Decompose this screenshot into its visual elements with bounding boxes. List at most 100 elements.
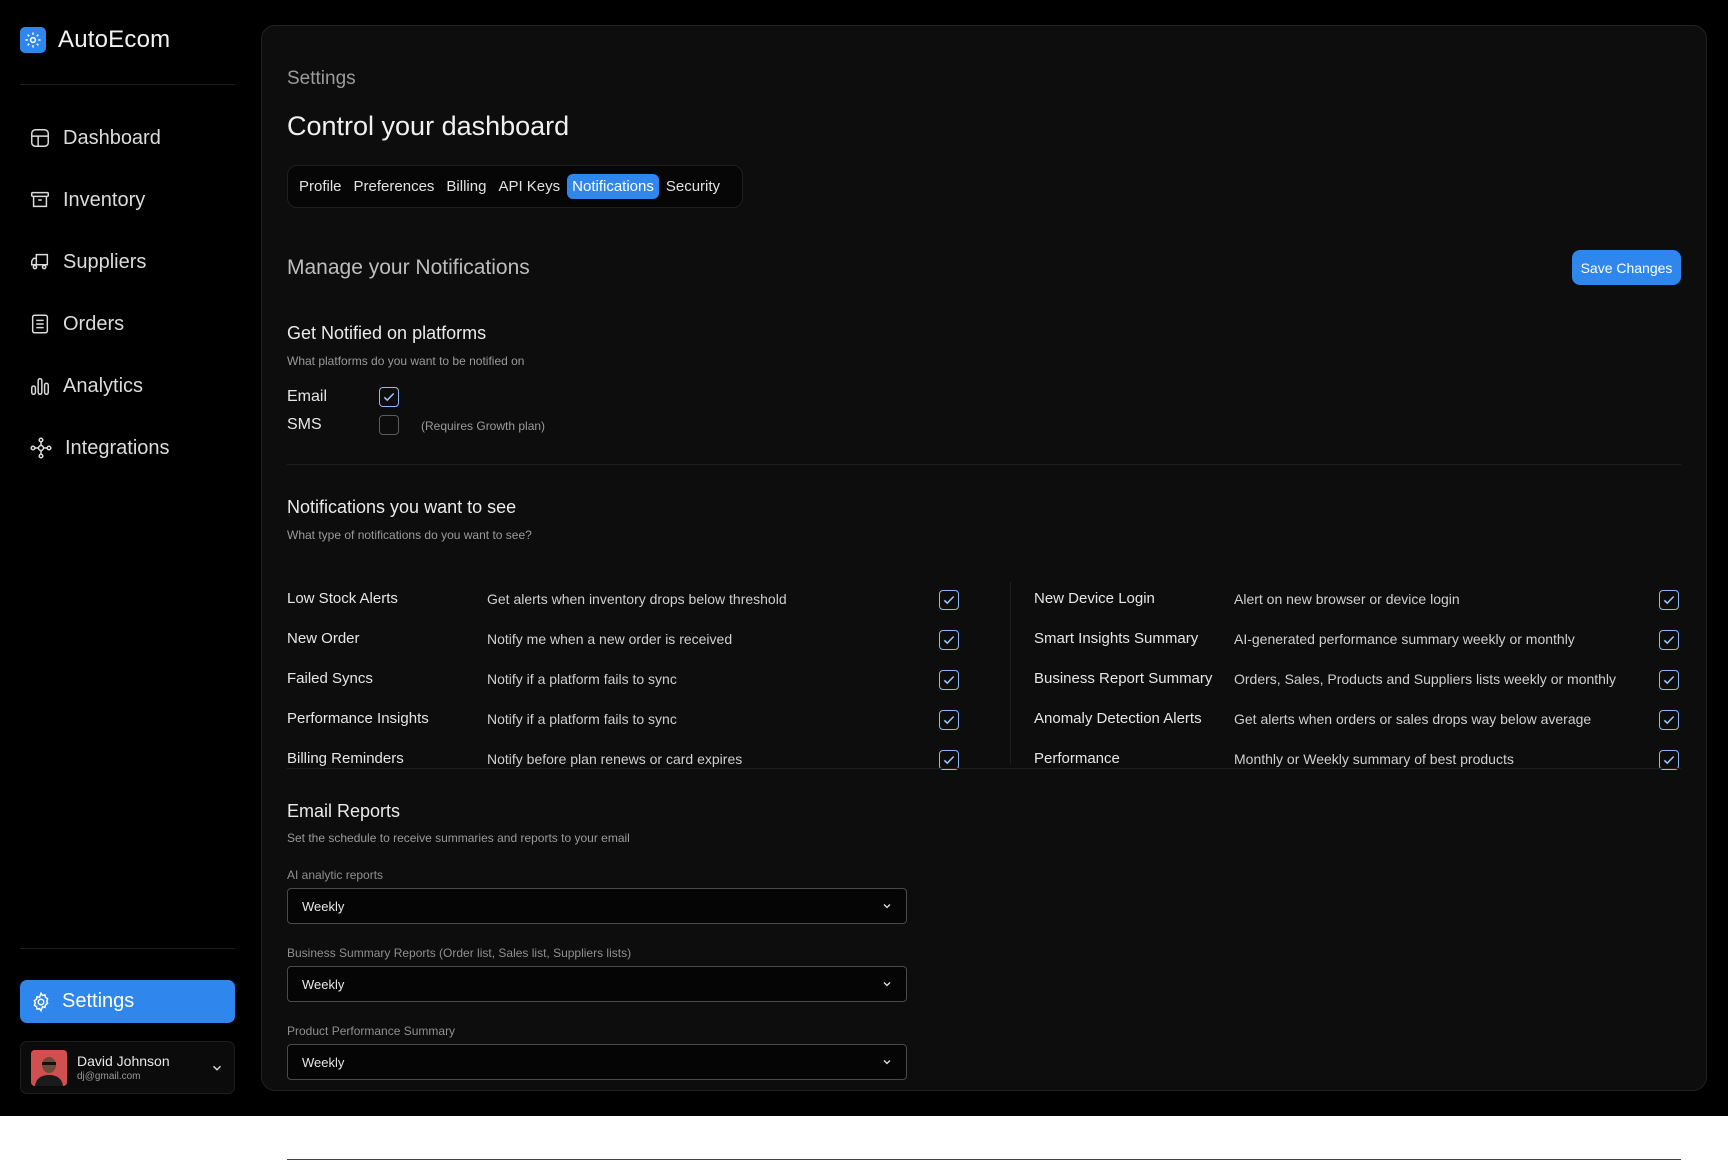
new-order-checkbox[interactable] [939, 630, 959, 650]
notification-description: Notify if a platform fails to sync [487, 671, 677, 687]
sidebar-nav: Dashboard Inventory Suppliers Orders Ana… [20, 107, 235, 479]
notification-title: Low Stock Alerts [287, 590, 398, 607]
sidebar-divider [20, 948, 235, 949]
ai-reports-select[interactable]: Weekly [287, 888, 907, 924]
app-window: AutoEcom Dashboard Inventory Suppliers O… [0, 0, 1728, 1116]
notification-description: Notify me when a new order is received [487, 631, 733, 647]
select-value: Weekly [302, 1054, 345, 1070]
settings-panel: Settings Control your dashboard Profile … [261, 25, 1707, 1091]
smart-insights-summary-checkbox[interactable] [1659, 630, 1679, 650]
sidebar-item-settings[interactable]: Settings [20, 980, 235, 1023]
platform-email-checkbox[interactable] [379, 387, 399, 407]
user-menu[interactable]: David Johnson dj@gmail.com [20, 1041, 235, 1094]
list-item: New Order Notify me when a new order is … [287, 622, 977, 662]
notification-title: Performance [1034, 750, 1120, 767]
check-icon [943, 715, 955, 725]
gear-cog-logo-icon [20, 27, 46, 53]
select-value: Weekly [302, 898, 345, 914]
low-stock-alerts-checkbox[interactable] [939, 590, 959, 610]
column-divider [1010, 582, 1011, 764]
check-icon [1663, 715, 1675, 725]
notifications-description: What type of notifications do you want t… [287, 528, 532, 542]
brand[interactable]: AutoEcom [20, 24, 170, 56]
notification-title: New Order [287, 630, 360, 647]
sms-plan-note: (Requires Growth plan) [421, 419, 546, 433]
tab-notifications[interactable]: Notifications [567, 174, 659, 199]
notification-description: Get alerts when inventory drops below th… [487, 591, 787, 607]
chevron-down-icon [883, 1060, 891, 1065]
notification-description: Orders, Sales, Products and Suppliers li… [1234, 671, 1617, 687]
sidebar-item-suppliers[interactable]: Suppliers [20, 231, 235, 293]
check-icon [383, 392, 395, 402]
notification-description: Monthly or Weekly summary of best produc… [1234, 751, 1514, 767]
check-icon [1663, 595, 1675, 605]
platforms-title: Get Notified on platforms [287, 323, 487, 343]
chevron-down-icon[interactable] [210, 1061, 224, 1075]
new-device-login-checkbox[interactable] [1659, 590, 1679, 610]
notification-description: AI-generated performance summary weekly … [1234, 631, 1575, 647]
business-summary-label: Business Summary Reports (Order list, Sa… [287, 946, 632, 960]
business-summary-select[interactable]: Weekly [287, 966, 907, 1002]
notification-title: New Device Login [1034, 590, 1155, 607]
platform-sms-label: SMS [287, 416, 322, 433]
chevron-down-icon [883, 982, 891, 987]
tab-profile[interactable]: Profile [294, 174, 347, 199]
list-item: Business Report Summary Orders, Sales, P… [1034, 662, 1681, 702]
check-icon [1663, 635, 1675, 645]
tab-security[interactable]: Security [661, 174, 725, 199]
dashboard-icon [31, 129, 49, 147]
list-item: Smart Insights Summary AI-generated perf… [1034, 622, 1681, 662]
platform-sms-checkbox[interactable] [379, 415, 399, 435]
sidebar-item-label: Orders [63, 312, 125, 335]
notification-description: Notify if a platform fails to sync [487, 711, 677, 727]
performance-checkbox[interactable] [1659, 750, 1679, 770]
product-performance-label: Product Performance Summary [287, 1024, 456, 1038]
sidebar-item-label: Suppliers [63, 250, 147, 273]
anomaly-detection-alerts-checkbox[interactable] [1659, 710, 1679, 730]
page-divider [287, 1159, 1681, 1160]
sidebar-item-label: Analytics [63, 374, 144, 397]
sidebar-item-inventory[interactable]: Inventory [20, 169, 235, 231]
section-title: Manage your Notifications [287, 256, 530, 279]
list-item: New Device Login Alert on new browser or… [1034, 582, 1681, 622]
notification-title: Anomaly Detection Alerts [1034, 710, 1202, 727]
list-item: Billing Reminders Notify before plan ren… [287, 742, 977, 782]
gear-icon [33, 991, 49, 1012]
page-title: Control your dashboard [287, 111, 570, 141]
notifications-right-column: New Device Login Alert on new browser or… [1034, 582, 1681, 782]
tab-api-keys[interactable]: API Keys [493, 174, 565, 199]
section-divider [287, 768, 1681, 769]
notification-description: Get alerts when orders or sales drops wa… [1234, 711, 1592, 727]
sidebar-item-integrations[interactable]: Integrations [20, 417, 235, 479]
notifications-left-column: Low Stock Alerts Get alerts when invento… [287, 582, 977, 782]
notifications-grid: Low Stock Alerts Get alerts when invento… [287, 582, 1681, 772]
chevron-down-icon [883, 904, 891, 909]
billing-reminders-checkbox[interactable] [939, 750, 959, 770]
sidebar-item-orders[interactable]: Orders [20, 293, 235, 355]
user-email: dj@gmail.com [77, 1071, 141, 1082]
save-changes-button[interactable]: Save Changes [1572, 250, 1681, 285]
tab-billing[interactable]: Billing [441, 174, 491, 199]
list-item: Performance Insights Notify if a platfor… [287, 702, 977, 742]
notification-description: Alert on new browser or device login [1234, 591, 1460, 607]
email-reports-description: Set the schedule to receive summaries an… [287, 831, 630, 845]
sidebar-item-analytics[interactable]: Analytics [20, 355, 235, 417]
sidebar-item-dashboard[interactable]: Dashboard [20, 107, 235, 169]
tab-preferences[interactable]: Preferences [349, 174, 440, 199]
notification-title: Billing Reminders [287, 750, 404, 767]
bar-chart-icon [31, 377, 49, 395]
check-icon [943, 675, 955, 685]
notification-title: Performance Insights [287, 710, 429, 727]
list-item: Low Stock Alerts Get alerts when invento… [287, 582, 977, 622]
sidebar-divider [20, 84, 235, 85]
performance-insights-checkbox[interactable] [939, 710, 959, 730]
email-reports-title: Email Reports [287, 801, 401, 821]
list-item: Failed Syncs Notify if a platform fails … [287, 662, 977, 702]
failed-syncs-checkbox[interactable] [939, 670, 959, 690]
settings-tabs: Profile Preferences Billing API Keys Not… [287, 165, 743, 208]
business-report-summary-checkbox[interactable] [1659, 670, 1679, 690]
sidebar: AutoEcom Dashboard Inventory Suppliers O… [0, 0, 260, 1116]
section-divider [287, 464, 1681, 465]
document-list-icon [31, 314, 49, 334]
product-performance-select[interactable]: Weekly [287, 1044, 907, 1080]
